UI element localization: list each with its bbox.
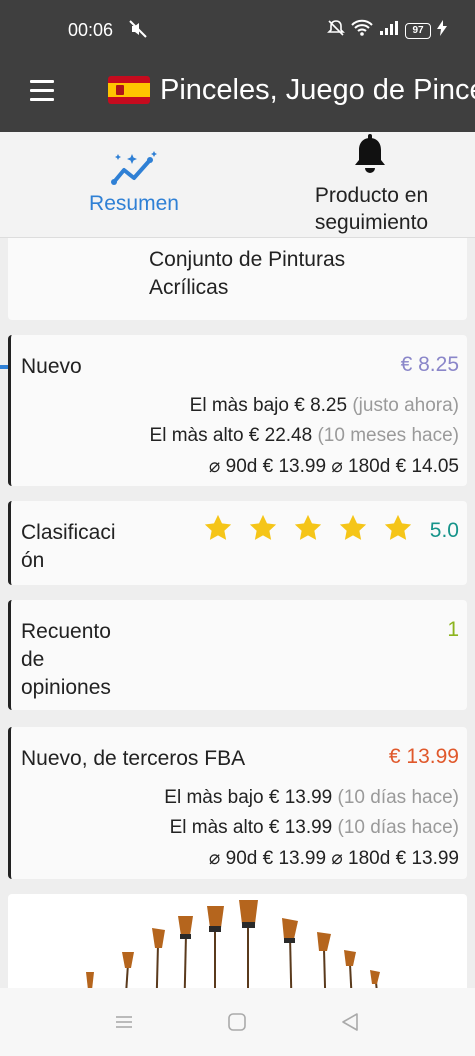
highest-when: (10 meses hace) [317, 425, 459, 446]
paintbrush-set-image [86, 900, 380, 988]
lowest-price-row: El màs bajo € 8.25 (justo ahora) [190, 395, 459, 417]
tab-producto-label-line1: Producto en [314, 184, 429, 207]
product-name-line1: Conjunto de Pinturas [149, 248, 346, 271]
price-card-value: € 8.25 [400, 353, 459, 376]
avg180-value: € 13.99 [395, 848, 459, 869]
app-bar: Pinceles, Juego de Pinceles de Pintura [0, 60, 475, 132]
price-card-label: Nuevo, de terceros FBA [21, 747, 246, 770]
tab-producto-label: Producto en seguimiento [268, 182, 475, 236]
review-count-card[interactable]: Recuento de opiniones 1 [8, 600, 467, 710]
highest-label: El màs alto [149, 425, 244, 446]
average-price-row: ⌀ 90d € 13.99 ⌀ 180d € 14.05 [209, 455, 459, 478]
product-name-line2: Acrílicas [149, 276, 229, 299]
star-icon [249, 514, 277, 540]
star-icon [204, 514, 232, 540]
review-count-value: 1 [447, 618, 459, 641]
signal-icon [379, 20, 399, 41]
price-card-new[interactable]: Nuevo € 8.25 El màs bajo € 8.25 (justo a… [8, 335, 467, 486]
avg180-label: ⌀ 180d [331, 456, 391, 477]
recents-icon[interactable] [114, 1012, 134, 1037]
highest-value: € 13.99 [268, 817, 333, 838]
rating-card[interactable]: Clasificaci ón 5.0 [8, 501, 467, 585]
bell-icon [350, 134, 390, 181]
avg90-label: ⌀ 90d [208, 848, 258, 869]
avg90-value: € 13.99 [262, 848, 327, 869]
lowest-label: El màs bajo [164, 787, 264, 808]
highest-price-row: El màs alto € 22.48 (10 meses hace) [150, 425, 459, 447]
review-count-label-line2: de [21, 648, 45, 671]
bell-off-icon [327, 19, 345, 42]
battery-icon: 97 [405, 22, 431, 39]
menu-icon[interactable] [30, 80, 54, 102]
lowest-price-row: El màs bajo € 13.99 (10 días hace) [164, 787, 459, 809]
spain-flag-icon [108, 76, 150, 104]
lowest-when: (10 días hace) [337, 787, 459, 808]
price-card-fba[interactable]: Nuevo, de terceros FBA € 13.99 El màs ba… [8, 727, 467, 879]
product-card: Conjunto de Pinturas Acrílicas [8, 238, 467, 320]
product-name: Conjunto de Pinturas Acrílicas [149, 246, 345, 302]
highest-price-row: El màs alto € 13.99 (10 días hace) [170, 817, 459, 839]
highest-when: (10 días hace) [337, 817, 459, 838]
highest-value: € 22.48 [248, 425, 313, 446]
home-icon[interactable] [227, 1012, 247, 1037]
lowest-when: (justo ahora) [352, 395, 459, 416]
page-title: Pinceles, Juego de Pinceles de Pintura [160, 74, 475, 106]
review-count-label-line1: Recuento [21, 620, 111, 643]
lowest-value: € 8.25 [294, 395, 348, 416]
avg90-value: € 13.99 [262, 456, 327, 477]
rating-label: Clasificaci ón [21, 519, 116, 575]
tab-resumen-label: Resumen [89, 192, 179, 215]
review-count-label-line3: opiniones [21, 676, 111, 699]
star-icon [384, 514, 412, 540]
mute-icon [128, 19, 148, 44]
tab-producto-seguimiento[interactable]: Producto en seguimiento [268, 132, 475, 238]
tab-producto-label-line2: seguimiento [314, 211, 429, 234]
summary-scroll[interactable]: Conjunto de Pinturas Acrílicas Nuevo € 8… [0, 238, 475, 988]
price-card-label: Nuevo [21, 355, 82, 378]
lowest-label: El màs bajo [189, 395, 289, 416]
charging-icon [437, 20, 447, 41]
tab-bar: Resumen Producto en seguimiento [0, 132, 475, 369]
price-card-value: € 13.99 [388, 745, 459, 768]
product-image-card[interactable] [8, 894, 467, 988]
average-price-row: ⌀ 90d € 13.99 ⌀ 180d € 13.99 [209, 847, 459, 870]
lowest-value: € 13.99 [268, 787, 333, 808]
rating-label-line1: Clasificaci [21, 521, 116, 544]
avg180-value: € 14.05 [395, 456, 459, 477]
status-time: 00:06 [68, 20, 114, 40]
rating-stars [203, 513, 413, 543]
star-icon [339, 514, 367, 540]
back-icon[interactable] [340, 1012, 360, 1037]
avg90-label: ⌀ 90d [208, 456, 258, 477]
trending-sparkle-icon [110, 150, 158, 195]
highest-label: El màs alto [169, 817, 264, 838]
tab-resumen[interactable]: Resumen [0, 132, 268, 238]
status-bar: 00:06 97 [0, 0, 475, 60]
rating-value: 5.0 [429, 519, 459, 542]
review-count-label: Recuento de opiniones [21, 618, 111, 702]
status-icons: 97 [327, 19, 447, 42]
rating-label-line2: ón [21, 549, 45, 572]
system-nav-bar [0, 988, 475, 1056]
star-icon [294, 514, 322, 540]
avg180-label: ⌀ 180d [331, 848, 391, 869]
wifi-icon [351, 19, 373, 42]
